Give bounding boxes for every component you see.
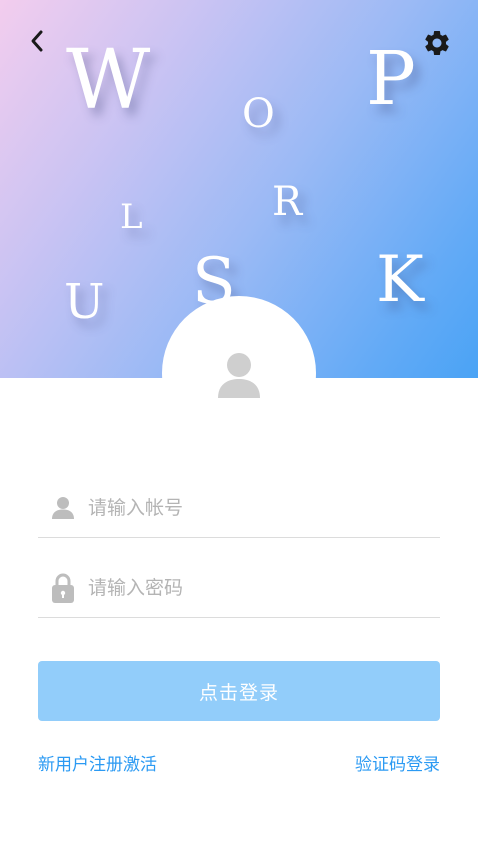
password-field[interactable] [38, 558, 440, 618]
hero-letter: W [66, 33, 151, 128]
hero-letter: U [64, 274, 105, 330]
chevron-left-icon [31, 30, 43, 52]
account-field[interactable] [38, 478, 440, 538]
user-avatar-icon [218, 353, 260, 398]
settings-button[interactable] [420, 26, 454, 60]
password-input[interactable] [88, 576, 428, 599]
back-button[interactable] [22, 26, 52, 56]
account-input[interactable] [88, 496, 428, 519]
hero-letter: L [120, 197, 143, 237]
hero-letter: K [376, 243, 424, 317]
register-link[interactable]: 新用户注册激活 [38, 750, 157, 775]
hero-letter: R [272, 179, 303, 225]
gear-icon [425, 30, 449, 55]
user-icon [38, 496, 88, 520]
lock-icon [38, 573, 88, 603]
login-button[interactable]: 点击登录 [38, 661, 440, 721]
sms-login-link[interactable]: 验证码登录 [355, 750, 440, 775]
hero-letter: O [242, 91, 275, 137]
hero-letter: P [366, 36, 416, 122]
avatar[interactable] [162, 296, 316, 450]
